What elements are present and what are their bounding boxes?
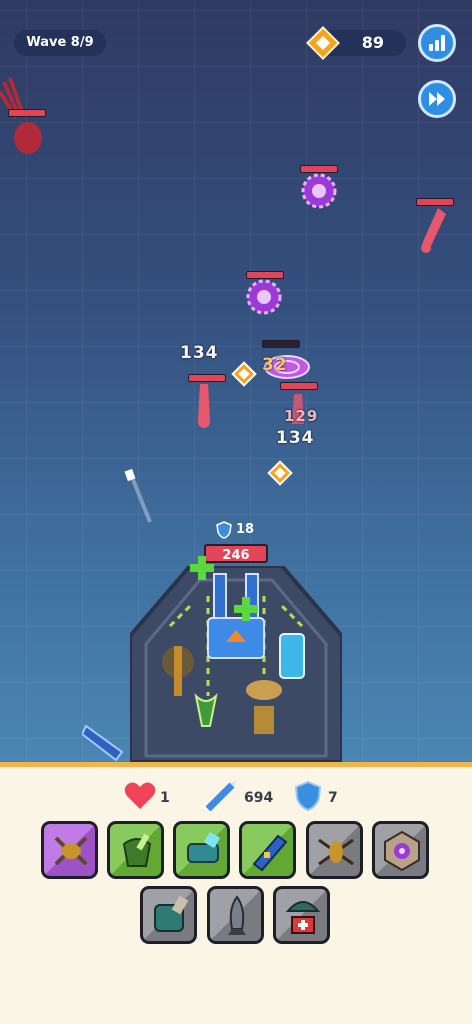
diamond-coin-icon[interactable] bbox=[267, 460, 293, 486]
green-tank-icon bbox=[122, 833, 152, 867]
unit-card-spider-mech[interactable] bbox=[41, 821, 98, 879]
enemy-health-bar bbox=[262, 340, 300, 348]
shield-icon bbox=[294, 781, 322, 811]
damage-number: 134 bbox=[180, 343, 219, 363]
fast-forward-icon bbox=[429, 92, 445, 106]
shield-count: 7 bbox=[328, 790, 338, 806]
ammo-count: 694 bbox=[244, 790, 274, 806]
heal-plus-icon bbox=[234, 597, 258, 621]
shield-icon bbox=[216, 521, 232, 539]
player-base bbox=[130, 566, 342, 762]
purple-spiky-enemy bbox=[246, 279, 282, 315]
stats-button[interactable] bbox=[418, 24, 456, 62]
enemy-health-bar bbox=[416, 198, 454, 206]
heart-icon bbox=[124, 782, 156, 809]
enemy-health-bar bbox=[8, 109, 46, 117]
bar-chart-icon bbox=[429, 35, 445, 51]
pink-rocket-enemy bbox=[421, 208, 446, 253]
wave-indicator: Wave 8/9 bbox=[14, 30, 106, 56]
unit-card-green-tank[interactable] bbox=[107, 821, 164, 879]
unit-card-blue-missile[interactable] bbox=[239, 821, 296, 879]
unit-panel: 1 694 7 bbox=[0, 762, 472, 1024]
bomb-icon bbox=[228, 895, 246, 935]
helicopter-icon bbox=[318, 838, 354, 866]
blue-missile-icon bbox=[252, 834, 288, 872]
missile-projectile bbox=[124, 468, 152, 523]
blue-missile-unit bbox=[82, 724, 124, 762]
game-field: Wave 8/9 89 134 32 129 134 18 246 bbox=[0, 0, 472, 762]
unit-card-cannon-turret[interactable] bbox=[140, 886, 197, 944]
heal-plus-icon bbox=[190, 556, 214, 580]
damage-number: 129 bbox=[284, 407, 319, 425]
medic-drop-icon bbox=[285, 901, 321, 934]
diamond-coin-icon[interactable] bbox=[231, 361, 257, 387]
fast-forward-button[interactable] bbox=[418, 80, 456, 118]
teal-turret-icon bbox=[187, 832, 220, 863]
unit-card-medic-drop[interactable] bbox=[273, 886, 330, 944]
vortex-turret-icon bbox=[384, 830, 420, 872]
red-squid-enemy bbox=[0, 78, 42, 154]
damage-number: 134 bbox=[276, 428, 315, 448]
enemy-health-bar bbox=[280, 382, 318, 390]
ammo-icon bbox=[206, 781, 236, 811]
base-shield-value: 18 bbox=[236, 522, 255, 537]
purple-spiky-enemy bbox=[301, 173, 337, 209]
cannon-turret-icon bbox=[154, 895, 189, 932]
unit-card-helicopter[interactable] bbox=[306, 821, 363, 879]
pink-rocket-enemy bbox=[198, 384, 210, 428]
unit-card-vortex-turret[interactable] bbox=[372, 821, 429, 879]
lives-count: 1 bbox=[160, 790, 170, 806]
spider-mech-icon bbox=[54, 836, 88, 866]
enemy-health-bar bbox=[188, 374, 226, 382]
diamond-coin-icon bbox=[306, 26, 340, 60]
unit-card-teal-turret[interactable] bbox=[173, 821, 230, 879]
damage-number: 32 bbox=[262, 355, 288, 375]
unit-card-bomb[interactable] bbox=[207, 886, 264, 944]
